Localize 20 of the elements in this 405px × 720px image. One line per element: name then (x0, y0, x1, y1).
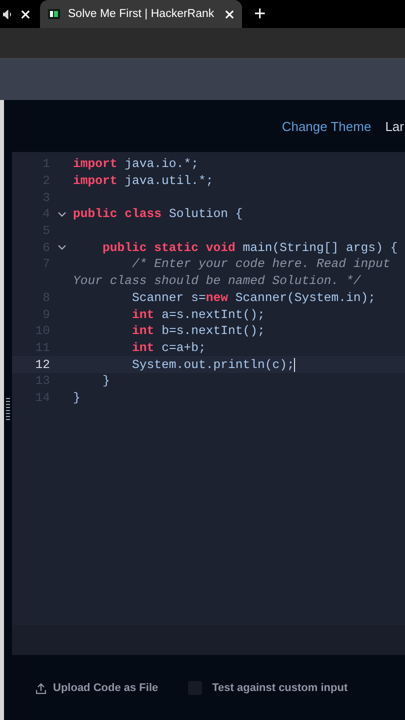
code-line: int b=s.nextInt(); (131, 324, 265, 338)
code-line: import java.util.*; (73, 174, 214, 188)
code-line: public static void main(String[] args) { (102, 240, 398, 255)
code-line: int c=a+b; (131, 340, 206, 355)
code-line: Your class should be named Solution. */ (73, 274, 361, 288)
code-line: System.out.println(c); (131, 358, 294, 372)
code-line: public class Solution { (73, 207, 243, 222)
new-tab-button[interactable]: + (254, 4, 266, 24)
line-number: 12 (34, 358, 50, 372)
code-line: } (73, 390, 80, 405)
code-line: int a=s.nextInt(); (131, 308, 265, 322)
browser-tab[interactable]: Solve Me First | HackerRank (40, 0, 242, 28)
checkbox-label[interactable]: Test against custom input (212, 682, 348, 694)
code-line: Scanner s=new Scanner(System.in); (131, 290, 376, 305)
toolbar-link[interactable]: Lar (385, 118, 404, 134)
code-line: /* Enter your code here. Read input (131, 257, 390, 272)
upload-code-button[interactable]: Upload Code as File (36, 682, 158, 694)
code-line: import java.io.*; (73, 157, 198, 172)
code-line: } (102, 374, 110, 388)
toolbar-link[interactable]: Change Theme (282, 118, 372, 134)
